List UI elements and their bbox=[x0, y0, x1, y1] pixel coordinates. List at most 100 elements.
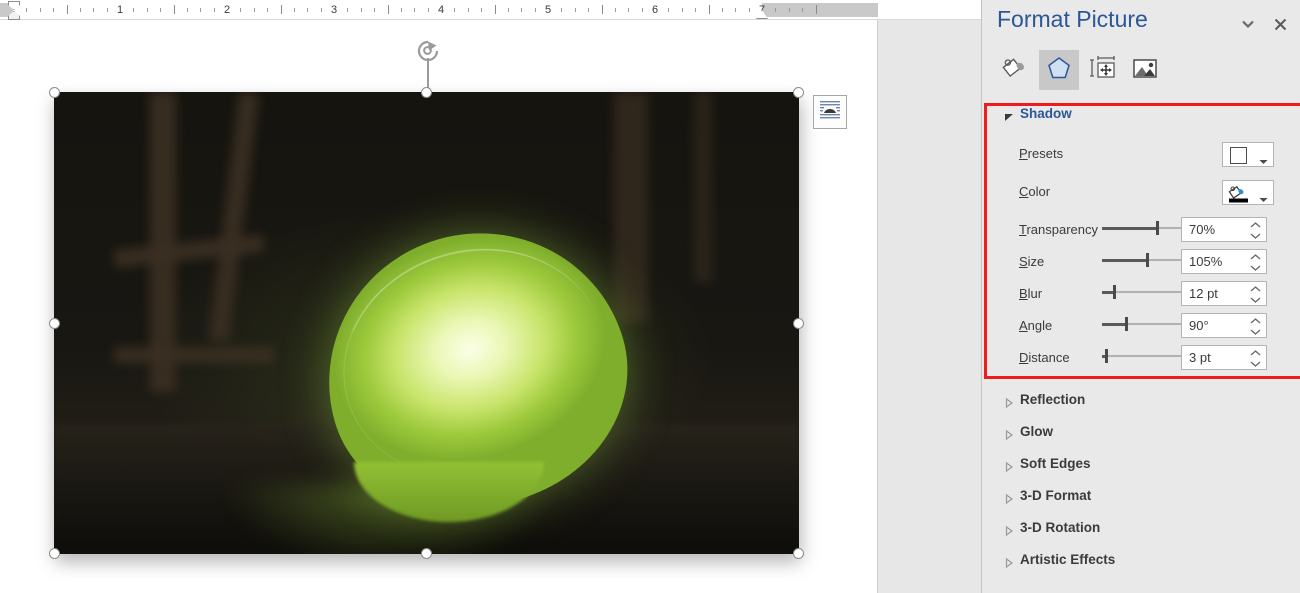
ruler-number: 4 bbox=[434, 3, 448, 17]
chevron-down-icon bbox=[1250, 265, 1261, 271]
spinner-stepper[interactable] bbox=[1249, 252, 1262, 273]
section-header-shadow[interactable]: Shadow bbox=[1020, 106, 1072, 121]
ruler-tick bbox=[535, 8, 536, 12]
resize-handle-middle-right[interactable] bbox=[793, 318, 804, 329]
selected-picture[interactable] bbox=[54, 92, 799, 554]
ruler-tick bbox=[588, 8, 589, 12]
resize-handle-bottom-left[interactable] bbox=[49, 548, 60, 559]
spinner-stepper[interactable] bbox=[1249, 316, 1262, 337]
spinner-stepper[interactable] bbox=[1249, 220, 1262, 241]
chevron-down-icon bbox=[1250, 297, 1261, 303]
resize-handle-top-right[interactable] bbox=[793, 87, 804, 98]
shadow-color-button[interactable] bbox=[1222, 180, 1274, 205]
slider-fill bbox=[1102, 291, 1113, 294]
pane-header: Format Picture bbox=[982, 0, 1300, 46]
spinner-size[interactable]: 105% bbox=[1181, 249, 1267, 274]
horizontal-ruler[interactable]: 1234567 bbox=[0, 0, 982, 20]
tab-effects[interactable] bbox=[1039, 50, 1079, 90]
triangle-right-icon[interactable] bbox=[1004, 491, 1014, 501]
ruler-tick bbox=[107, 8, 108, 12]
row-presets: Presets bbox=[982, 140, 1300, 172]
slider-fill bbox=[1102, 227, 1156, 230]
section-header-artistic-effects[interactable]: Artistic Effects bbox=[1020, 552, 1115, 567]
resize-handle-bottom-center[interactable] bbox=[421, 548, 432, 559]
triangle-right-icon[interactable] bbox=[1004, 459, 1014, 469]
slider-thumb[interactable] bbox=[1105, 349, 1108, 363]
slider-thumb[interactable] bbox=[1125, 317, 1128, 331]
ruler-tick bbox=[361, 8, 362, 12]
ruler-tick bbox=[26, 8, 27, 12]
ruler-major-tick bbox=[495, 5, 496, 14]
spinner-stepper[interactable] bbox=[1249, 348, 1262, 369]
slider-blur[interactable] bbox=[1102, 284, 1192, 300]
ruler-major-tick bbox=[816, 5, 817, 14]
section-header-3-d-rotation[interactable]: 3-D Rotation bbox=[1020, 520, 1100, 535]
row-distance: Distance3 pt bbox=[982, 344, 1300, 376]
pane-menu-chevron-down-icon[interactable] bbox=[1240, 16, 1256, 32]
chevron-up-icon bbox=[1250, 350, 1261, 356]
section-header-glow[interactable]: Glow bbox=[1020, 424, 1053, 439]
label-blur: Blur bbox=[1019, 286, 1042, 301]
ruler-tick bbox=[802, 8, 803, 12]
slider-transparency[interactable] bbox=[1102, 220, 1192, 236]
ruler-tick bbox=[775, 8, 776, 12]
ruler-major-tick bbox=[709, 5, 710, 14]
rotate-handle[interactable] bbox=[413, 38, 443, 64]
spinner-value: 12 pt bbox=[1189, 285, 1218, 303]
spinner-angle[interactable]: 90° bbox=[1181, 313, 1267, 338]
triangle-right-icon[interactable] bbox=[1004, 395, 1014, 405]
pane-title: Format Picture bbox=[997, 6, 1148, 33]
pentagon-icon bbox=[1046, 55, 1072, 86]
slider-distance[interactable] bbox=[1102, 348, 1192, 364]
triangle-right-icon[interactable] bbox=[1004, 523, 1014, 533]
tab-layout-and-properties[interactable] bbox=[1083, 50, 1123, 90]
document-area: 1234567 bbox=[0, 0, 982, 593]
ruler-tick bbox=[321, 8, 322, 12]
label-transparency: Transparency bbox=[1019, 222, 1098, 237]
shadow-triangle-down-icon[interactable] bbox=[1004, 109, 1014, 119]
resize-handle-bottom-right[interactable] bbox=[793, 548, 804, 559]
label-presets: Presets bbox=[1019, 146, 1063, 161]
slider-thumb[interactable] bbox=[1156, 221, 1159, 235]
row-angle: Angle90° bbox=[982, 312, 1300, 344]
word-window: 1234567 Format Picture bbox=[0, 0, 1300, 593]
row-blur: Blur 12 pt bbox=[982, 280, 1300, 312]
section-header-reflection[interactable]: Reflection bbox=[1020, 392, 1085, 407]
spinner-value: 3 pt bbox=[1189, 349, 1211, 367]
ruler-tick bbox=[749, 8, 750, 12]
ruler-tick bbox=[468, 8, 469, 12]
ruler-tick bbox=[722, 8, 723, 12]
pane-tab-strip bbox=[982, 50, 1300, 94]
slider-angle[interactable] bbox=[1102, 316, 1192, 332]
slider-size[interactable] bbox=[1102, 252, 1192, 268]
spinner-blur[interactable]: 12 pt bbox=[1181, 281, 1267, 306]
spinner-distance[interactable]: 3 pt bbox=[1181, 345, 1267, 370]
tab-picture[interactable] bbox=[1125, 50, 1165, 90]
ruler-tick bbox=[628, 8, 629, 12]
chevron-down-icon bbox=[1259, 152, 1268, 170]
ruler-tick bbox=[214, 8, 215, 12]
slider-fill bbox=[1102, 323, 1125, 326]
layout-options-button[interactable] bbox=[813, 95, 847, 129]
resize-handle-top-center[interactable] bbox=[421, 87, 432, 98]
chevron-up-icon bbox=[1250, 318, 1261, 324]
triangle-right-icon[interactable] bbox=[1004, 427, 1014, 437]
triangle-right-icon[interactable] bbox=[1004, 555, 1014, 565]
row-color: Color bbox=[982, 178, 1300, 210]
slider-thumb[interactable] bbox=[1113, 285, 1116, 299]
tab-fill-and-line[interactable] bbox=[994, 50, 1034, 90]
resize-handle-top-left[interactable] bbox=[49, 87, 60, 98]
section-header-3-d-format[interactable]: 3-D Format bbox=[1020, 488, 1091, 503]
pane-body: Shadow Presets Color bbox=[982, 96, 1300, 593]
section-header-soft-edges[interactable]: Soft Edges bbox=[1020, 456, 1091, 471]
presets-dropdown-button[interactable] bbox=[1222, 142, 1274, 167]
ruler-tick bbox=[454, 8, 455, 12]
slider-thumb[interactable] bbox=[1146, 253, 1149, 267]
resize-handle-middle-left[interactable] bbox=[49, 318, 60, 329]
format-picture-pane: Format Picture bbox=[982, 0, 1300, 593]
spinner-stepper[interactable] bbox=[1249, 284, 1262, 305]
pane-close-icon[interactable] bbox=[1270, 14, 1290, 34]
spinner-transparency[interactable]: 70% bbox=[1181, 217, 1267, 242]
ruler-tick bbox=[374, 8, 375, 12]
ruler-number: 2 bbox=[220, 3, 234, 17]
